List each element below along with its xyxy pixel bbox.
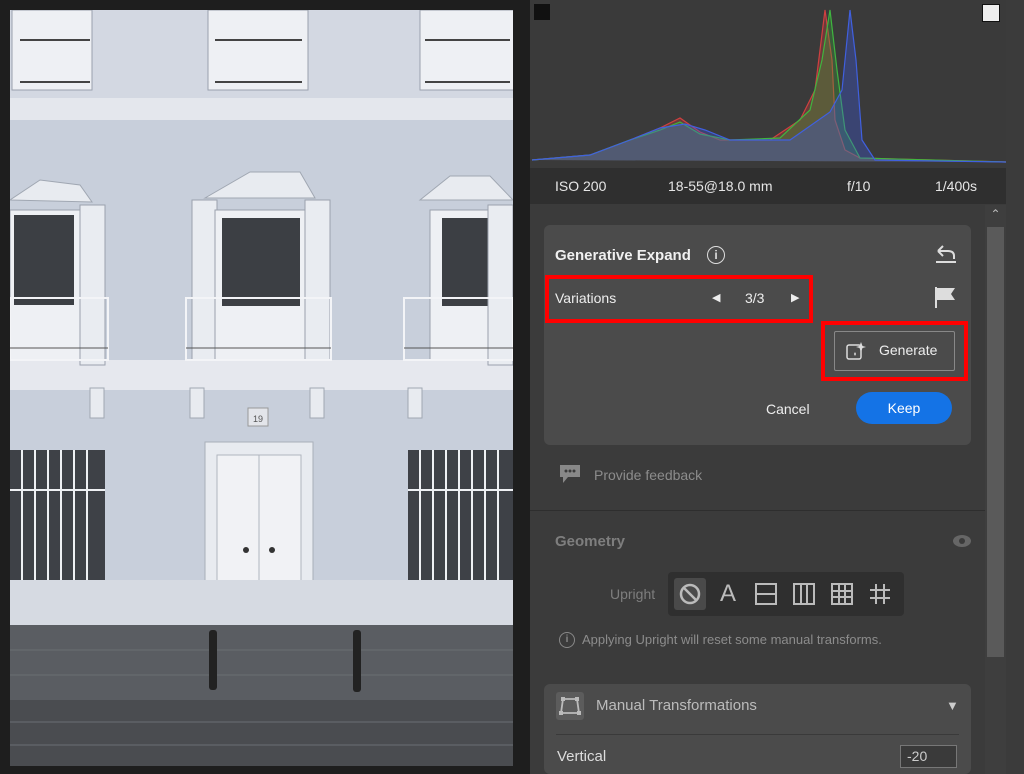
vertical-label: Vertical (557, 748, 607, 765)
auto-upright-icon[interactable]: A (712, 578, 744, 610)
iso-value: ISO 200 (555, 178, 607, 194)
guided-icon[interactable] (864, 578, 896, 610)
manual-transformations-card: Manual Transformations ▼ Vertical -20 (544, 684, 971, 774)
eye-icon[interactable] (952, 534, 972, 548)
generate-button[interactable]: Generate (834, 331, 955, 371)
manual-transformations-title: Manual Transformations (596, 697, 757, 714)
right-panel: ISO 200 18-55@18.0 mm f/10 1/400s ⌃ Gene… (530, 0, 1024, 774)
photo-canvas[interactable]: 19 (10, 10, 513, 766)
building-facade-image: 19 (10, 10, 513, 766)
feedback-icon[interactable] (558, 463, 582, 485)
section-divider (530, 510, 985, 511)
manual-divider (556, 734, 959, 735)
scroll-thumb[interactable] (987, 227, 1004, 657)
level-icon[interactable] (750, 578, 782, 610)
variations-label: Variations (555, 290, 617, 306)
flag-icon[interactable] (933, 285, 957, 309)
upright-buttons: A (668, 572, 904, 616)
vertical-value-input[interactable]: -20 (900, 745, 957, 768)
upright-label: Upright (610, 586, 656, 602)
generative-expand-title: Generative Expand (555, 247, 691, 264)
info-icon: i (559, 632, 575, 648)
geometry-title: Geometry (555, 533, 626, 550)
transform-icon (556, 692, 584, 720)
histogram-graph (531, 9, 1007, 163)
provide-feedback-link[interactable]: Provide feedback (594, 467, 702, 483)
keep-button[interactable]: Keep (856, 392, 952, 424)
no-upright-icon[interactable] (674, 578, 706, 610)
upright-note: Applying Upright will reset some manual … (582, 632, 882, 647)
cancel-button[interactable]: Cancel (766, 401, 810, 417)
shutter-value: 1/400s (935, 178, 978, 194)
generative-expand-card: Generative Expand i Variations ◀ 3/3 ▶ G… (544, 225, 971, 445)
generate-label: Generate (879, 342, 938, 358)
generate-sparkle-icon (846, 342, 866, 360)
vertical-icon[interactable] (788, 578, 820, 610)
lens-value: 18-55@18.0 mm (668, 178, 773, 194)
shadow-clipping-icon[interactable] (534, 4, 550, 20)
house-number: 19 (253, 414, 263, 424)
highlight-clipping-icon[interactable] (982, 4, 1000, 22)
aperture-value: f/10 (847, 178, 871, 194)
undo-icon[interactable] (934, 243, 958, 265)
next-arrow-icon[interactable]: ▶ (791, 291, 801, 305)
histogram (530, 0, 1007, 169)
panel-scrollbar[interactable]: ⌃ (985, 205, 1006, 774)
scroll-up-icon[interactable]: ⌃ (985, 205, 1006, 223)
exif-bar: ISO 200 18-55@18.0 mm f/10 1/400s (530, 168, 1006, 204)
collapse-icon[interactable]: ▼ (946, 698, 959, 713)
prev-arrow-icon[interactable]: ◀ (712, 291, 722, 305)
full-icon[interactable] (826, 578, 858, 610)
info-icon[interactable]: i (707, 246, 725, 264)
variation-counter: 3/3 (745, 290, 765, 306)
